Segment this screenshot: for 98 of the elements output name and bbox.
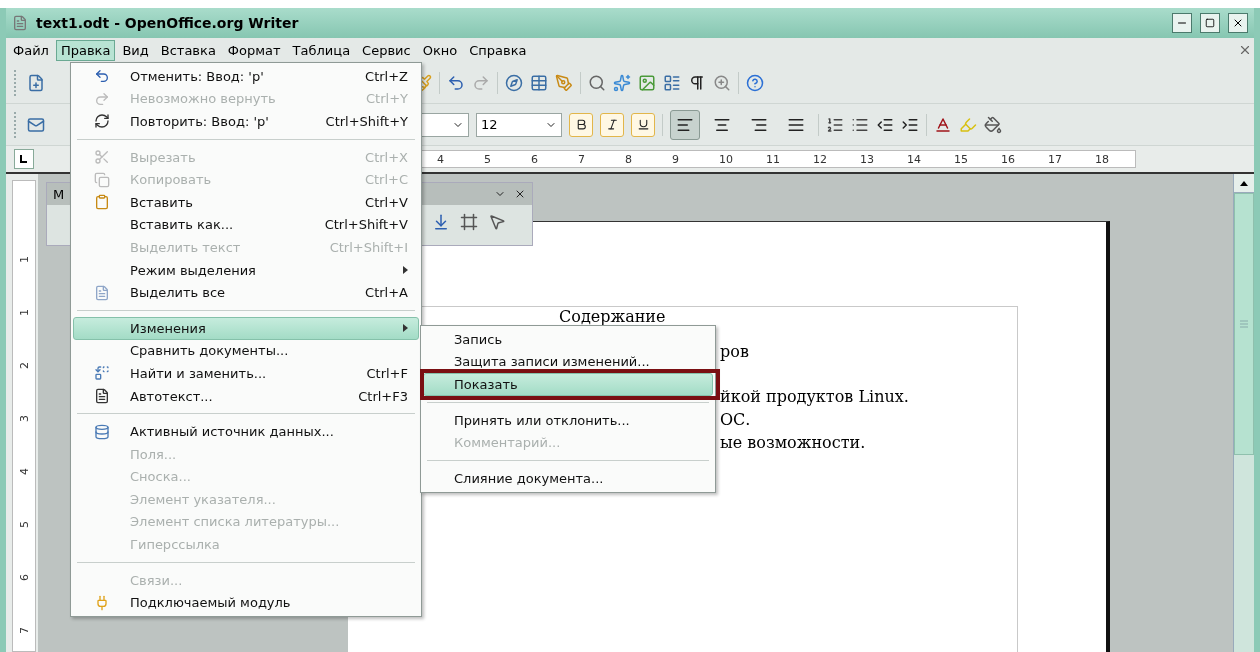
menu-item[interactable]: Режим выделения	[73, 258, 419, 282]
ruler-number: 11	[766, 152, 781, 166]
plug-icon	[94, 594, 110, 611]
menu[interactable]: Правка	[55, 39, 116, 61]
paste-icon	[94, 194, 110, 211]
database-icon	[94, 423, 110, 440]
ruler-number: 6	[531, 152, 539, 166]
menu-item[interactable]: Слияние документа...	[423, 466, 713, 490]
up-arrow-icon[interactable]	[1240, 180, 1248, 186]
ruler-number: 14	[907, 152, 922, 166]
submenu-arrow-icon	[403, 266, 408, 275]
menu-item[interactable]: Изменения	[73, 316, 419, 340]
scissors-icon	[94, 149, 110, 166]
ruler-number: 15	[954, 152, 969, 166]
compass-icon[interactable]	[505, 73, 523, 92]
find-icon[interactable]	[588, 73, 606, 92]
ruler-number: 7	[578, 152, 586, 166]
background-color-icon[interactable]	[984, 115, 1002, 134]
menu-item[interactable]: Активный источник данных...	[73, 420, 419, 443]
bold-button[interactable]	[569, 112, 593, 137]
close-icon[interactable]	[514, 188, 526, 200]
ruler-number: 10	[719, 152, 734, 166]
ruler-number: 5	[484, 152, 492, 166]
menu-item[interactable]: Автотекст... Ctrl+F3	[73, 384, 419, 408]
menu-item[interactable]: Вставить как... Ctrl+Shift+V	[73, 213, 419, 237]
ruler-number: 5	[17, 521, 31, 528]
ruler-number: 6	[17, 574, 31, 581]
menu-item[interactable]: Сравнить документы...	[73, 339, 419, 363]
document-text: ров	[720, 342, 749, 361]
maximize-button[interactable]	[1200, 13, 1220, 33]
menu-item[interactable]: Защита записи изменений...	[423, 350, 713, 374]
document-text: ые возможности.	[720, 433, 866, 452]
table-icon[interactable]	[530, 73, 548, 92]
ruler-number: 7	[17, 627, 31, 634]
menu[interactable]: Сервис	[357, 39, 416, 61]
star-icon[interactable]	[613, 73, 631, 92]
align-left-button[interactable]	[670, 109, 700, 140]
arrow-down-icon[interactable]	[432, 213, 450, 231]
window-title: text1.odt - OpenOffice.org Writer	[36, 15, 300, 31]
undo-icon[interactable]	[447, 73, 465, 92]
menu-item[interactable]: Запись	[423, 328, 713, 351]
menu[interactable]: Окно	[417, 39, 463, 61]
menu-item[interactable]: Подключаемый модуль	[73, 591, 419, 615]
ruler-number: 16	[1001, 152, 1016, 166]
document-text: ОС.	[720, 410, 751, 429]
numbered-list-icon[interactable]	[826, 115, 844, 134]
menu-item[interactable]: Принять или отклонить...	[423, 408, 713, 432]
ruler-number: 4	[437, 152, 445, 166]
italic-icon[interactable]	[605, 118, 619, 131]
menu[interactable]: Вставка	[155, 39, 221, 61]
pilcrow-icon[interactable]	[688, 73, 706, 92]
ruler-number: 1	[17, 256, 31, 263]
underline-button[interactable]	[631, 112, 655, 137]
copy-icon	[94, 171, 110, 188]
close-document-icon[interactable]	[1238, 43, 1252, 57]
maximize-icon[interactable]	[1205, 18, 1215, 28]
menu-item[interactable]: Найти и заменить... Ctrl+F	[73, 362, 419, 385]
menu[interactable]: Формат	[222, 39, 286, 61]
menu-item[interactable]: Отменить: Ввод: 'р' Ctrl+Z	[73, 65, 419, 88]
menu-item[interactable]: Выделить все Ctrl+A	[73, 281, 419, 304]
scrollbar[interactable]	[1233, 174, 1254, 652]
menu[interactable]: Таблица	[287, 39, 356, 61]
ruler-number: 8	[625, 152, 633, 166]
grip-icon[interactable]	[1240, 320, 1248, 328]
document-icon	[94, 284, 110, 301]
ruler-number: 2	[17, 362, 31, 369]
italic-button[interactable]	[600, 112, 624, 137]
font-size-field[interactable]: 12	[476, 112, 562, 137]
ruler-number: 1	[17, 309, 31, 316]
autotext-icon	[94, 388, 110, 404]
zoom-icon[interactable]	[713, 73, 731, 92]
redo-icon	[94, 90, 110, 107]
underline-icon[interactable]	[636, 118, 650, 131]
new-document-icon[interactable]	[27, 73, 45, 92]
document-text: йкой продуктов Linux.	[720, 387, 909, 406]
find-replace-icon	[94, 365, 110, 382]
menu-item[interactable]: Вставить Ctrl+V	[73, 190, 419, 214]
ruler-number: 17	[1048, 152, 1063, 166]
ruler-number: 12	[813, 152, 828, 166]
help-icon[interactable]	[746, 73, 764, 92]
ruler-number: 9	[672, 152, 680, 166]
menu[interactable]: Файл	[8, 39, 54, 61]
pointer-icon[interactable]	[488, 213, 506, 231]
ruler-number: 13	[860, 152, 875, 166]
menu-item[interactable]: Повторить: Ввод: 'р' Ctrl+Shift+Y	[73, 110, 419, 133]
menu[interactable]: Вид	[117, 39, 154, 61]
ruler-number: 4	[17, 468, 31, 475]
document-text: Содержание	[559, 307, 666, 326]
tab-stop-icon[interactable]	[14, 149, 34, 169]
repeat-icon	[94, 113, 110, 130]
ruler-number: 18	[1095, 152, 1110, 166]
menu[interactable]: Справка	[464, 39, 532, 61]
document-icon	[12, 15, 28, 31]
gallery-icon[interactable]	[638, 73, 656, 92]
font-color-icon[interactable]	[934, 115, 952, 134]
ruler-number: 3	[17, 415, 31, 422]
undo-icon	[94, 68, 110, 85]
submenu-arrow-icon	[403, 324, 408, 333]
